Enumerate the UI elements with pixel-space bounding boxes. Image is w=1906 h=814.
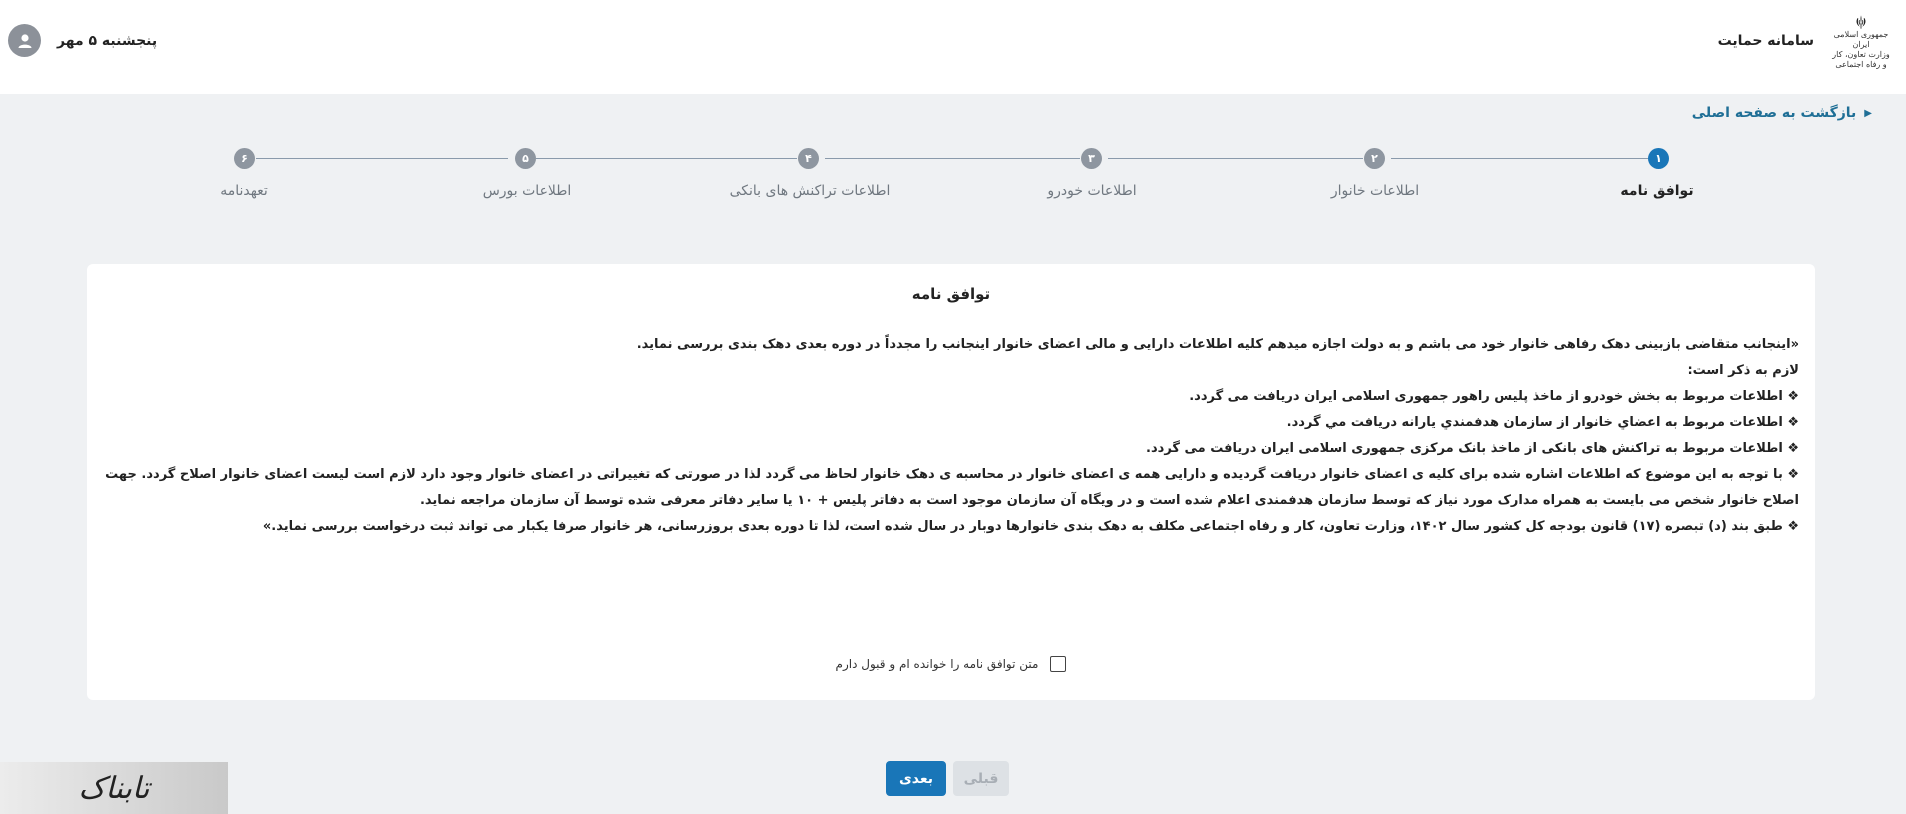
- step-2-indicator[interactable]: ۲: [1364, 148, 1385, 169]
- current-date: پنجشنبه ۵ مهر: [57, 32, 158, 49]
- app-title: سامانه حمایت: [1717, 33, 1814, 49]
- consent-label[interactable]: متن توافق نامه را خوانده ام و قبول دارم: [836, 657, 1039, 671]
- avatar[interactable]: [8, 24, 41, 57]
- step-1-label[interactable]: توافق نامه: [1620, 183, 1693, 199]
- step-4-label[interactable]: اطلاعات تراکنش های بانکی: [730, 183, 891, 199]
- watermark-logo-text: تابناک: [78, 770, 150, 806]
- user-area: پنجشنبه ۵ مهر: [8, 24, 157, 57]
- wizard-stepper: ۱ ۲ ۳ ۴ ۵ ۶ توافق نامه اطلاعات خانوار اط…: [0, 146, 1906, 206]
- step-1-indicator[interactable]: ۱: [1648, 148, 1669, 169]
- agreement-paragraph: ❖ اطلاعات مربوط به بخش خودرو از ماخذ پلی…: [1189, 389, 1799, 404]
- step-6-label[interactable]: تعهدنامه: [220, 183, 268, 199]
- ministry-line-1: جمهوری اسلامی ایران: [1833, 30, 1889, 49]
- agreement-paragraph: ❖ طبق بند (د) تبصره (۱۷) قانون بودجه کل …: [262, 519, 1799, 534]
- agreement-paragraph: ❖ با توجه به این موضوع که اطلاعات اشاره …: [105, 467, 1799, 508]
- iran-emblem-icon: [1856, 15, 1866, 29]
- step-3-indicator[interactable]: ۳: [1081, 148, 1102, 169]
- agreement-text: «اینجانب متقاضی بازبینی دهک رفاهی خانوار…: [99, 332, 1799, 540]
- step-connector: [1391, 158, 1648, 159]
- user-icon: [18, 33, 31, 48]
- agreement-card: توافق نامه «اینجانب متقاضی بازبینی دهک ر…: [87, 264, 1815, 700]
- step-2-label[interactable]: اطلاعات خانوار: [1331, 183, 1419, 199]
- previous-button[interactable]: قبلی: [953, 761, 1009, 796]
- back-link-label: بازگشت به صفحه اصلی: [1691, 105, 1857, 121]
- brand: جمهوری اسلامی ایران وزارت تعاون، کار و ر…: [1718, 14, 1892, 70]
- ministry-line-2: وزارت تعاون، کار و رفاه اجتماعی: [1832, 50, 1890, 69]
- step-4-indicator[interactable]: ۴: [798, 148, 819, 169]
- next-button[interactable]: بعدی: [886, 761, 946, 796]
- agreement-paragraph: لازم به ذکر است:: [1687, 363, 1799, 378]
- ministry-logo: جمهوری اسلامی ایران وزارت تعاون، کار و ر…: [1830, 14, 1892, 70]
- step-connector: [536, 158, 797, 159]
- step-5-indicator[interactable]: ۵: [515, 148, 536, 169]
- agreement-title: توافق نامه: [911, 285, 991, 303]
- step-5-label[interactable]: اطلاعات بورس: [483, 183, 572, 199]
- agreement-paragraph: ❖ اطلاعات مربوط به تراکنش های بانکی از م…: [1146, 441, 1799, 456]
- step-connector: [1108, 158, 1363, 159]
- step-connector: [256, 158, 508, 159]
- step-3-label[interactable]: اطلاعات خودرو: [1047, 183, 1136, 199]
- step-6-indicator[interactable]: ۶: [234, 148, 255, 169]
- consent-checkbox[interactable]: [1050, 656, 1067, 672]
- agreement-paragraph: «اینجانب متقاضی بازبینی دهک رفاهی خانوار…: [636, 337, 1799, 352]
- app-header: جمهوری اسلامی ایران وزارت تعاون، کار و ر…: [0, 0, 1906, 94]
- step-connector: [825, 158, 1080, 159]
- consent-row: متن توافق نامه را خوانده ام و قبول دارم: [87, 656, 1815, 672]
- back-to-home-link[interactable]: ▶ بازگشت به صفحه اصلی: [1692, 105, 1872, 121]
- chevron-right-icon: ▶: [1864, 107, 1872, 119]
- agreement-paragraph: ❖ اطلاعات مربوط به اعضاي خانوار از سازما…: [1286, 415, 1799, 430]
- tabnak-watermark: تابناک: [0, 762, 228, 814]
